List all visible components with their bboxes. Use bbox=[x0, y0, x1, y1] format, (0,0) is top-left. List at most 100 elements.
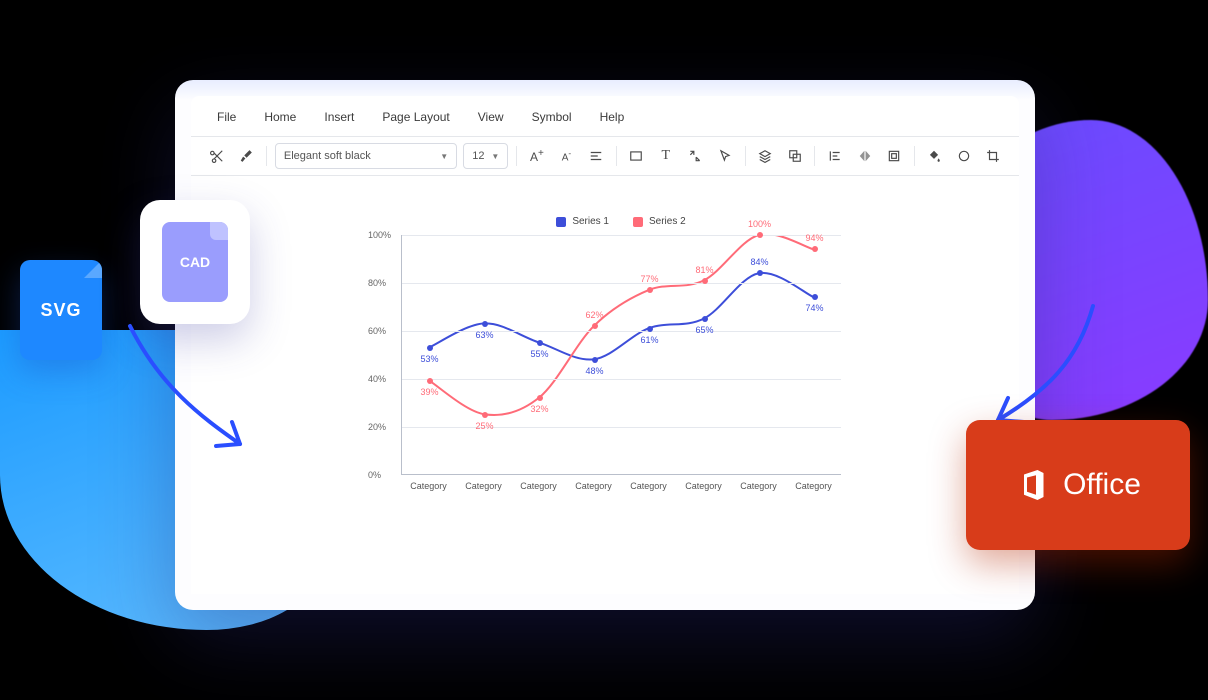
connector-tool-button[interactable] bbox=[684, 143, 707, 169]
data-label: 77% bbox=[640, 274, 658, 284]
increase-font-button[interactable]: A+ bbox=[525, 143, 548, 169]
data-point bbox=[482, 412, 488, 418]
chart-plot: 0%20%40%60%80%100%53%63%55%48%61%65%84%7… bbox=[401, 235, 841, 475]
data-label: 100% bbox=[748, 219, 771, 229]
x-tick-label: Category bbox=[786, 481, 841, 491]
menu-item-insert[interactable]: Insert bbox=[312, 106, 366, 128]
office-icon bbox=[1015, 467, 1051, 503]
data-point bbox=[702, 278, 708, 284]
separator bbox=[745, 146, 746, 166]
connector-icon bbox=[688, 149, 702, 163]
data-point bbox=[592, 357, 598, 363]
bucket-icon bbox=[927, 149, 941, 163]
arrow-left bbox=[120, 316, 290, 466]
align-left-icon bbox=[589, 149, 603, 163]
crop-icon bbox=[986, 149, 1000, 163]
align-button[interactable] bbox=[584, 143, 607, 169]
font-family-select[interactable]: Elegant soft black ▼ bbox=[275, 143, 457, 169]
pointer-icon bbox=[718, 149, 732, 163]
cad-file-badge: CAD bbox=[140, 200, 250, 324]
x-tick-label: Category bbox=[676, 481, 731, 491]
flip-button[interactable] bbox=[853, 143, 876, 169]
menu-item-file[interactable]: File bbox=[205, 106, 248, 128]
chart-lines bbox=[402, 235, 841, 474]
group-button[interactable] bbox=[783, 143, 806, 169]
separator bbox=[616, 146, 617, 166]
group-icon bbox=[788, 149, 802, 163]
y-tick-label: 100% bbox=[368, 230, 391, 240]
frame-button[interactable] bbox=[882, 143, 905, 169]
pointer-tool-button[interactable] bbox=[713, 143, 736, 169]
x-tick-label: Category bbox=[731, 481, 786, 491]
app-inner: FileHomeInsertPage LayoutViewSymbolHelp … bbox=[191, 96, 1019, 594]
font-size-select[interactable]: 12 ▼ bbox=[463, 143, 508, 169]
menu-item-symbol[interactable]: Symbol bbox=[520, 106, 584, 128]
legend-label: Series 2 bbox=[649, 216, 686, 227]
brush-icon bbox=[239, 149, 253, 163]
canvas[interactable]: Series 1Series 2 0%20%40%60%80%100%53%63… bbox=[191, 176, 1019, 594]
menu-item-view[interactable]: View bbox=[466, 106, 516, 128]
data-label: 25% bbox=[475, 421, 493, 431]
data-point bbox=[482, 321, 488, 327]
rectangle-tool-button[interactable] bbox=[625, 143, 648, 169]
data-point bbox=[647, 287, 653, 293]
shape-button[interactable] bbox=[952, 143, 975, 169]
legend-item-1: Series 1 bbox=[556, 216, 609, 227]
svg-file-badge: SVG bbox=[20, 260, 102, 360]
x-tick-label: Category bbox=[566, 481, 621, 491]
chevron-down-icon: ▼ bbox=[491, 152, 499, 161]
data-point bbox=[757, 232, 763, 238]
x-tick-label: Category bbox=[621, 481, 676, 491]
crop-button[interactable] bbox=[982, 143, 1005, 169]
decrease-font-button[interactable]: A- bbox=[555, 143, 578, 169]
cad-badge-label: CAD bbox=[180, 254, 210, 270]
x-tick-label: Category bbox=[401, 481, 456, 491]
data-point bbox=[647, 326, 653, 332]
data-point bbox=[592, 323, 598, 329]
menu-item-page-layout[interactable]: Page Layout bbox=[370, 106, 461, 128]
fill-color-button[interactable] bbox=[923, 143, 946, 169]
data-point bbox=[537, 395, 543, 401]
font-size-value: 12 bbox=[472, 150, 484, 162]
grid-line bbox=[402, 235, 841, 236]
data-point bbox=[537, 340, 543, 346]
layers-button[interactable] bbox=[753, 143, 776, 169]
scissors-icon bbox=[210, 149, 224, 163]
legend-swatch-icon bbox=[556, 217, 566, 227]
arrow-right bbox=[938, 300, 1108, 440]
grid-line bbox=[402, 331, 841, 332]
rectangle-icon bbox=[629, 149, 643, 163]
x-tick-label: Category bbox=[456, 481, 511, 491]
app-window: FileHomeInsertPage LayoutViewSymbolHelp … bbox=[175, 80, 1035, 610]
frame-icon bbox=[887, 149, 901, 163]
flip-icon bbox=[858, 149, 872, 163]
data-label: 65% bbox=[695, 325, 713, 335]
legend-label: Series 1 bbox=[572, 216, 609, 227]
menu-item-help[interactable]: Help bbox=[588, 106, 637, 128]
data-label: 74% bbox=[805, 303, 823, 313]
data-label: 61% bbox=[640, 335, 658, 345]
y-tick-label: 20% bbox=[368, 422, 386, 432]
separator bbox=[814, 146, 815, 166]
data-point bbox=[702, 316, 708, 322]
decrease-font-icon: A- bbox=[562, 148, 571, 163]
data-point bbox=[427, 345, 433, 351]
text-tool-button[interactable]: T bbox=[654, 143, 677, 169]
data-point bbox=[812, 294, 818, 300]
layers-icon bbox=[758, 149, 772, 163]
grid-line bbox=[402, 427, 841, 428]
data-label: 81% bbox=[695, 265, 713, 275]
menu-item-home[interactable]: Home bbox=[252, 106, 308, 128]
text-icon: T bbox=[662, 148, 671, 164]
y-tick-label: 60% bbox=[368, 326, 386, 336]
legend-swatch-icon bbox=[633, 217, 643, 227]
series-line-1 bbox=[429, 273, 813, 360]
format-painter-button[interactable] bbox=[234, 143, 257, 169]
font-family-value: Elegant soft black bbox=[284, 150, 371, 162]
office-badge-label: Office bbox=[1063, 468, 1141, 502]
grid-line bbox=[402, 283, 841, 284]
cut-button[interactable] bbox=[205, 143, 228, 169]
align-objects-button[interactable] bbox=[823, 143, 846, 169]
cad-file-icon: CAD bbox=[162, 222, 228, 302]
chart: Series 1Series 2 0%20%40%60%80%100%53%63… bbox=[401, 216, 841, 536]
